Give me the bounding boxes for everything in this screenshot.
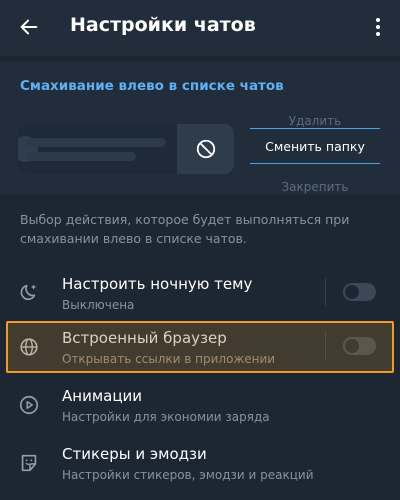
chat-line-placeholder: [26, 152, 136, 161]
setting-title: Настроить ночную тему: [62, 275, 253, 293]
night-theme-toggle[interactable]: [343, 283, 376, 301]
swipe-description: Выбор действия, которое будет выполнятьс…: [20, 212, 350, 246]
chat-line-placeholder: [26, 138, 166, 147]
setting-title: Стикеры и эмодзи: [62, 445, 207, 463]
option-move-folder[interactable]: Сменить папку: [250, 128, 380, 164]
more-menu-button[interactable]: [366, 12, 390, 42]
toggle-knob: [343, 337, 361, 355]
back-button[interactable]: [14, 12, 44, 42]
setting-in-app-browser[interactable]: Встроенный браузер Открывать ссылки в пр…: [0, 320, 400, 376]
sticker-icon: [16, 450, 42, 476]
globe-icon: [16, 334, 42, 360]
setting-stickers[interactable]: Стикеры и эмодзи Настройки стикеров, эмо…: [0, 436, 400, 492]
setting-subtitle: Настройки стикеров, эмодзи и реакций: [62, 468, 314, 482]
toggle-knob: [343, 283, 361, 301]
option-pin[interactable]: Закрепить: [250, 180, 380, 194]
section-title: Смахивание влево в списке чатов: [20, 78, 284, 94]
setting-subtitle: Выключена: [62, 298, 135, 312]
in-app-browser-toggle[interactable]: [343, 337, 376, 355]
chat-preview: [18, 124, 178, 174]
setting-animations[interactable]: Анимации Настройки для экономии заряда: [0, 378, 400, 434]
setting-title: Анимации: [62, 387, 143, 405]
arrow-left-icon: [20, 19, 38, 35]
swipe-section: Смахивание влево в списке чатов Удалить …: [0, 62, 400, 194]
setting-subtitle: Настройки для экономии заряда: [62, 410, 270, 424]
setting-title: Встроенный браузер: [62, 329, 227, 347]
setting-subtitle: Открывать ссылки в приложении: [62, 352, 276, 366]
swipe-action-preview: [178, 124, 234, 174]
more-vertical-icon: [376, 18, 380, 36]
block-icon: [196, 139, 216, 159]
option-delete[interactable]: Удалить: [250, 114, 380, 128]
divider: [325, 332, 326, 360]
setting-night-theme[interactable]: Настроить ночную тему Выключена: [0, 266, 400, 322]
page-title: Настройки чатов: [70, 14, 256, 36]
swipe-options-picker[interactable]: Удалить Сменить папку Закрепить: [250, 114, 380, 194]
app-bar: Настройки чатов: [0, 0, 400, 56]
swipe-preview: [18, 124, 234, 174]
play-circle-icon: [16, 392, 42, 418]
divider: [325, 278, 326, 306]
moon-icon: [16, 280, 42, 306]
